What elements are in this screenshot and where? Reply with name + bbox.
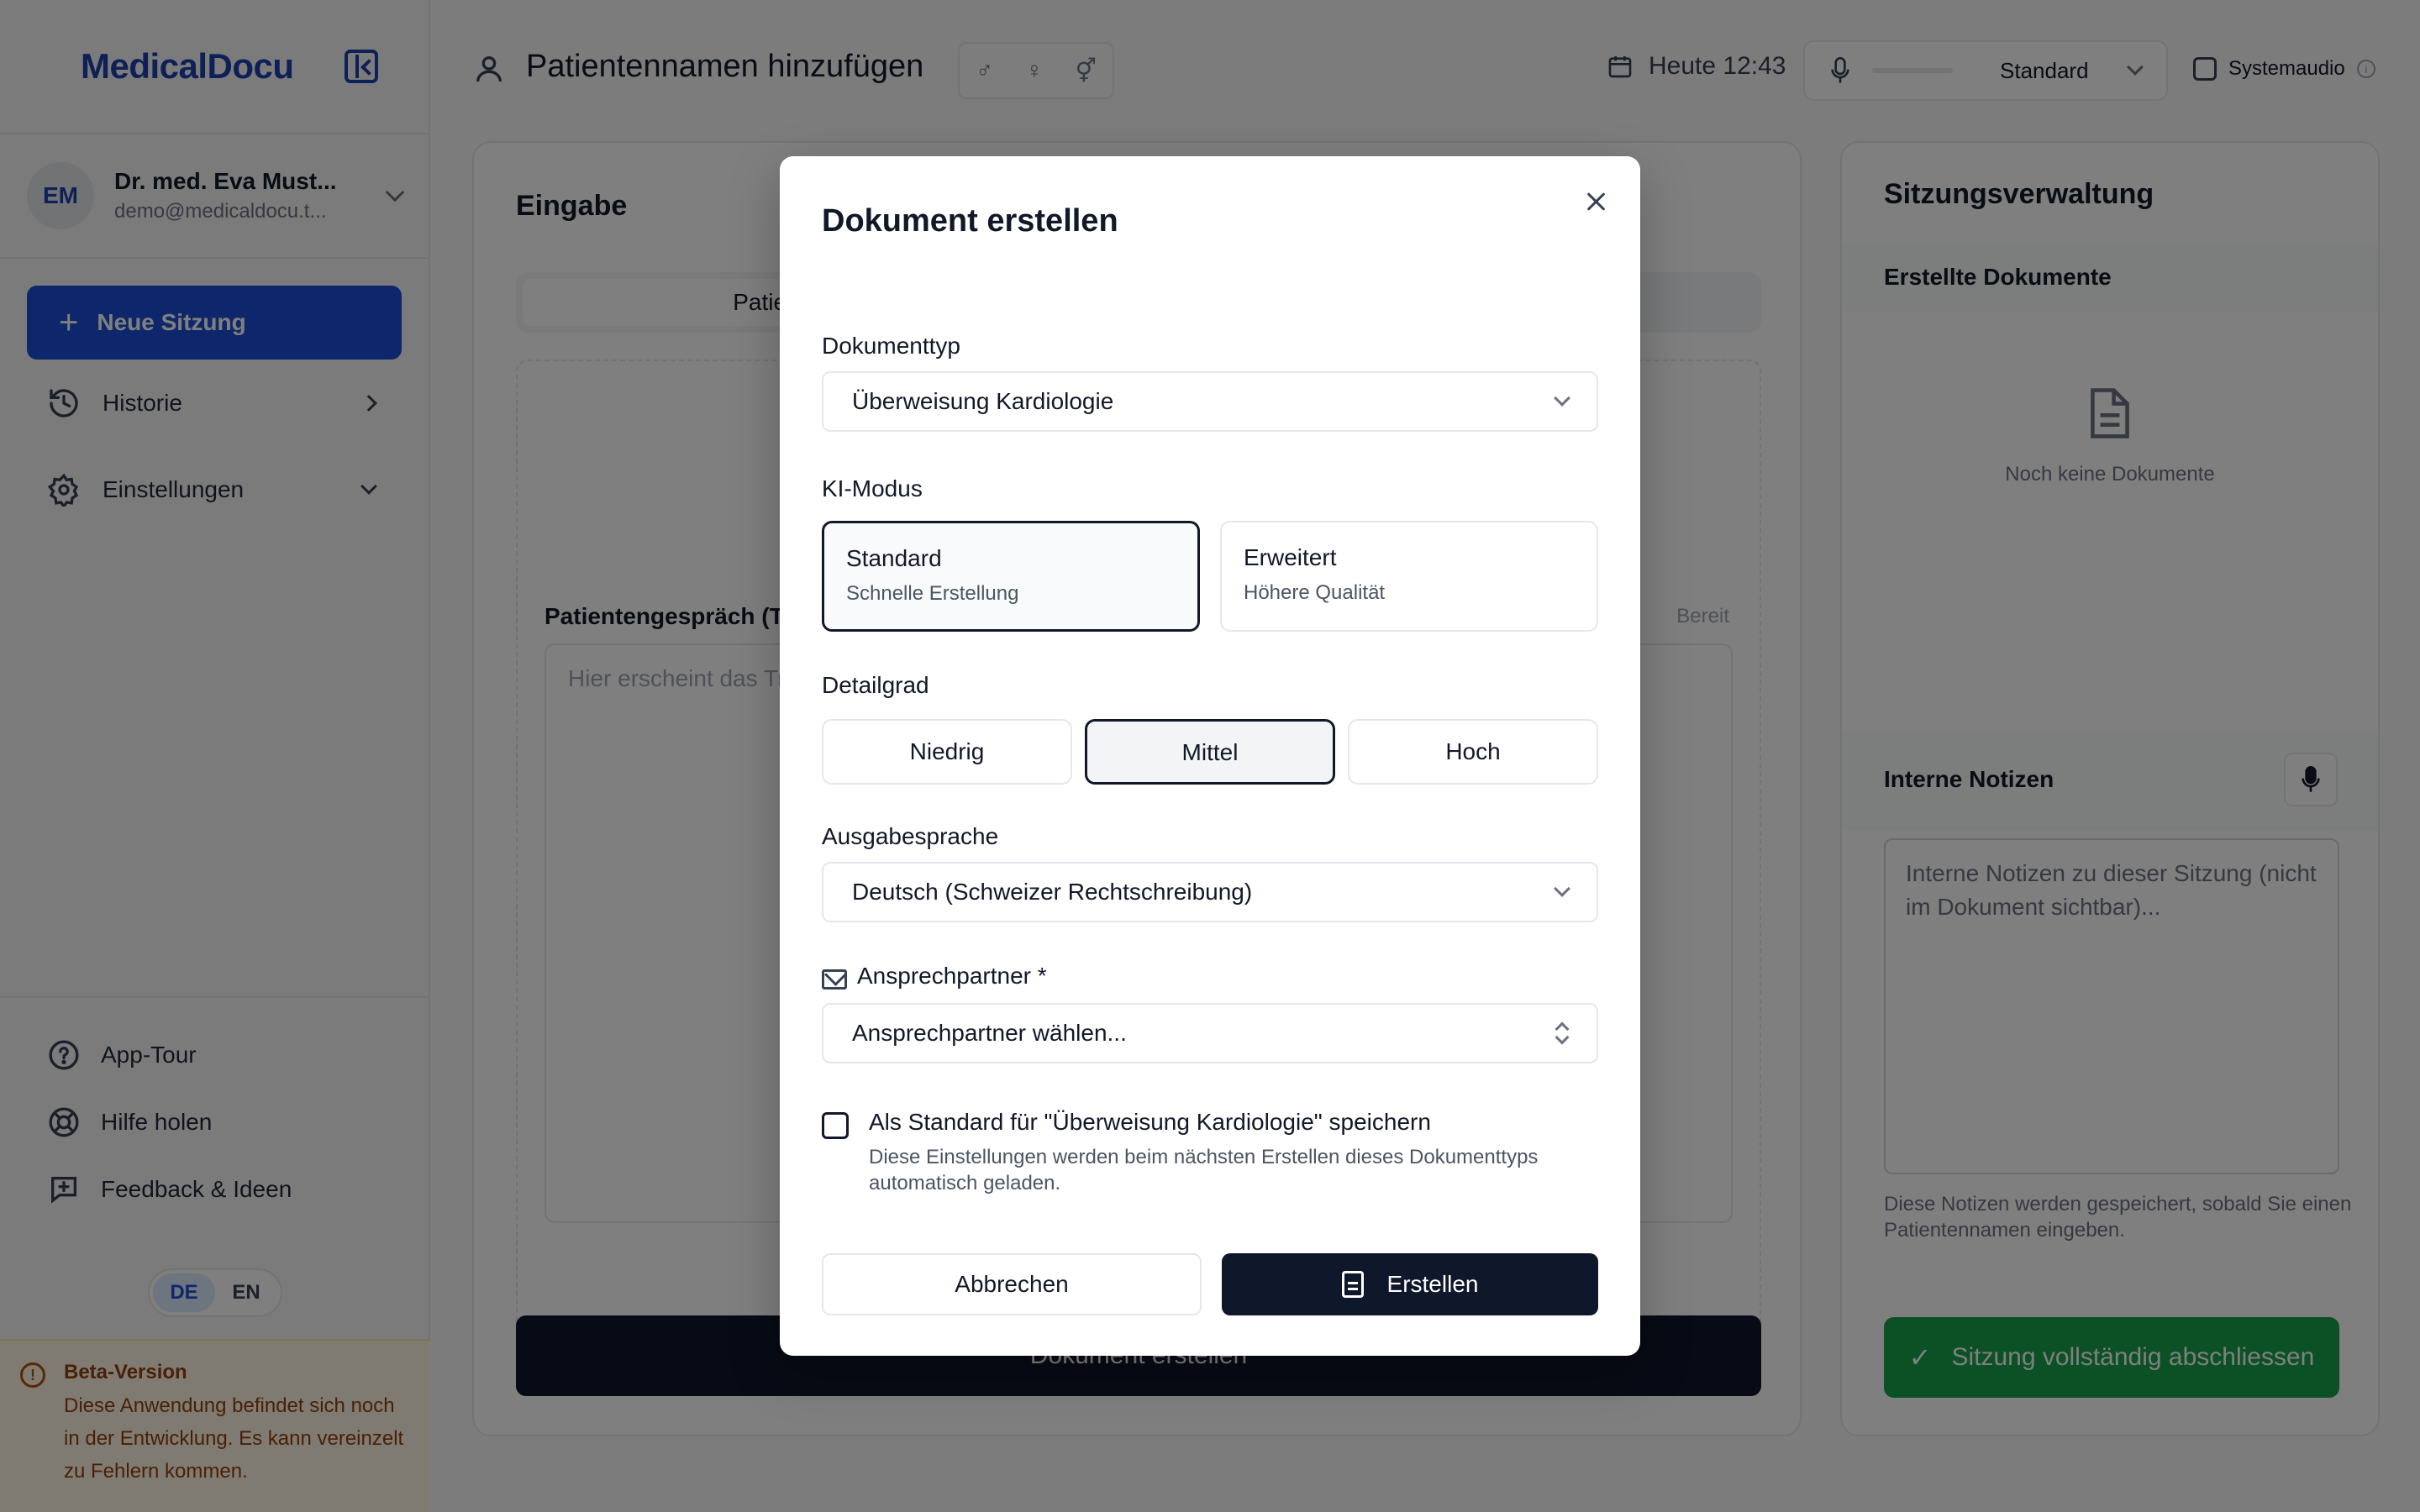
detail-high-button[interactable]: Hoch xyxy=(1348,719,1598,785)
create-document-dialog: Dokument erstellen Dokumenttyp Überweisu… xyxy=(780,156,1640,1356)
language-value: Deutsch (Schweizer Rechtschreibung) xyxy=(852,879,1253,905)
create-button[interactable]: Erstellen xyxy=(1222,1253,1598,1315)
chevron-up-down-icon xyxy=(1555,1021,1568,1045)
detail-medium-button[interactable]: Mittel xyxy=(1085,719,1335,785)
contact-select[interactable]: Ansprechpartner wählen... xyxy=(822,1003,1598,1063)
detail-low-button[interactable]: Niedrig xyxy=(822,719,1072,785)
save-default-label[interactable]: Als Standard für "Überweisung Kardiologi… xyxy=(869,1109,1431,1136)
mode-desc: Schnelle Erstellung xyxy=(846,582,1019,605)
mode-name: Erweitert xyxy=(1244,544,1337,570)
mode-extended-card[interactable]: Erweitert Höhere Qualität xyxy=(1220,521,1598,632)
mode-desc: Höhere Qualität xyxy=(1244,581,1386,604)
detail-label: Detailgrad xyxy=(822,672,929,698)
cancel-button[interactable]: Abbrechen xyxy=(822,1253,1202,1315)
mail-icon xyxy=(822,969,847,990)
language-select[interactable]: Deutsch (Schweizer Rechtschreibung) xyxy=(822,862,1598,922)
save-default-checkbox[interactable] xyxy=(822,1112,849,1139)
doc-type-value: Überweisung Kardiologie xyxy=(852,388,1114,414)
document-icon xyxy=(1341,1271,1364,1298)
doc-type-select[interactable]: Überweisung Kardiologie xyxy=(822,371,1598,432)
language-label: Ausgabesprache xyxy=(822,823,999,849)
contact-placeholder: Ansprechpartner wählen... xyxy=(852,1020,1127,1046)
contact-label: Ansprechpartner * xyxy=(857,963,1047,989)
ai-mode-label: KI-Modus xyxy=(822,475,923,501)
dialog-title: Dokument erstellen xyxy=(822,203,1118,239)
mode-standard-card[interactable]: Standard Schnelle Erstellung xyxy=(822,521,1200,632)
mode-name: Standard xyxy=(846,545,942,571)
close-icon[interactable] xyxy=(1581,186,1612,217)
chevron-down-icon xyxy=(1554,390,1570,407)
chevron-down-icon xyxy=(1554,880,1570,897)
doc-type-label: Dokumenttyp xyxy=(822,333,960,359)
create-button-label: Erstellen xyxy=(1386,1271,1479,1297)
save-default-hint: Diese Einstellungen werden beim nächsten… xyxy=(869,1146,1539,1194)
